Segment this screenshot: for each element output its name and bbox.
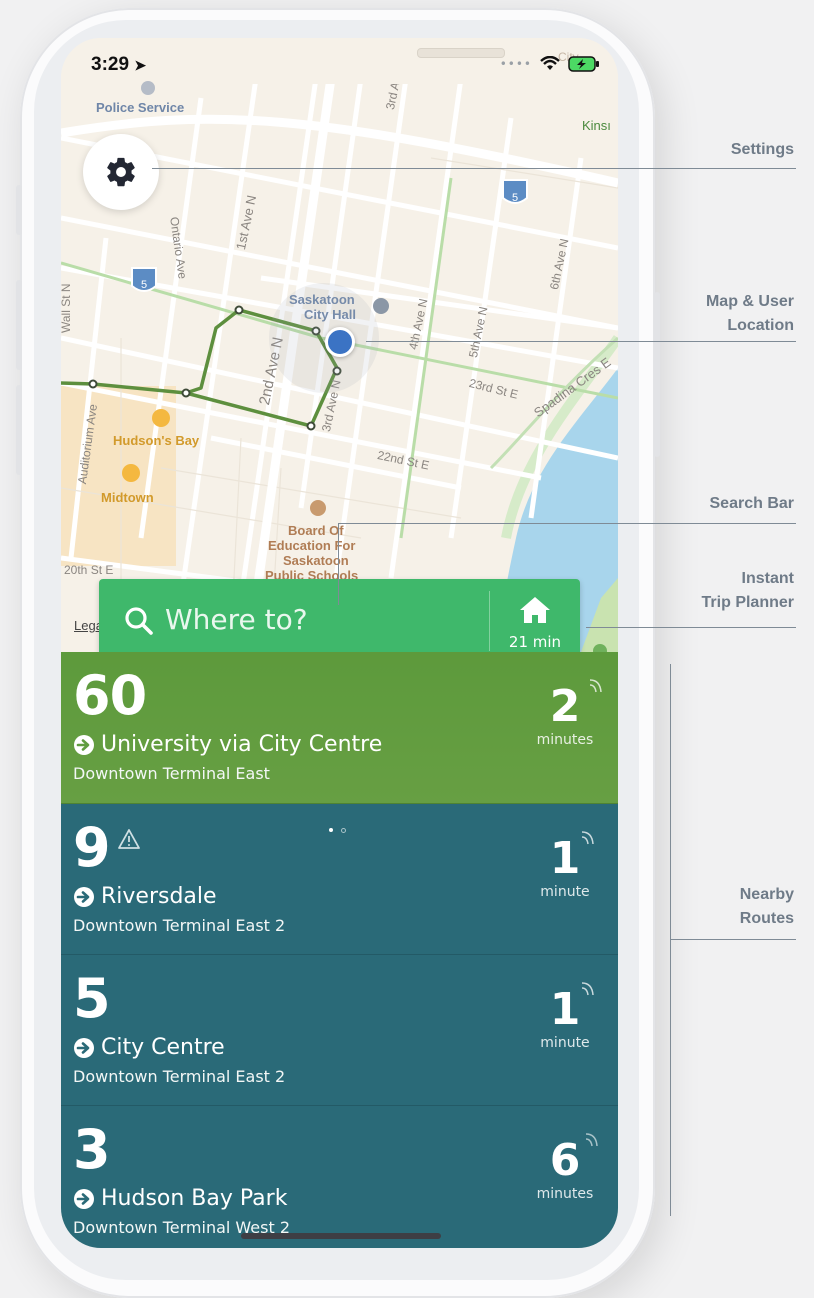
callout-map: Map & User Location	[706, 290, 794, 338]
callout-map-text-2: Location	[727, 317, 794, 334]
arrow-right-circle-icon	[74, 886, 94, 907]
cellular-signal-icon: ••••	[499, 57, 532, 71]
eta-unit: minute	[540, 1035, 590, 1051]
route-card[interactable]: 5 City Centre Downtown Terminal East 2 1…	[61, 955, 618, 1106]
page-indicator[interactable]	[329, 828, 346, 833]
search-bar[interactable]: Where to? 21 min	[99, 579, 580, 662]
callout-search-drop	[338, 523, 339, 605]
route-destination-name: Hudson Bay Park	[101, 1186, 288, 1211]
power-button	[654, 292, 660, 457]
map-view[interactable]: 5 5 Police Service City Kinsı Saskatoon …	[61, 38, 618, 652]
callout-trip-text-2: Trip Planner	[701, 594, 794, 611]
route-number: 5	[73, 967, 111, 1030]
highway-shield-2: 5	[502, 179, 528, 204]
route-card[interactable]: 60 University via City Centre Downtown T…	[61, 652, 618, 804]
route-destination-name: City Centre	[101, 1035, 225, 1060]
trip-time: 21 min	[508, 633, 562, 651]
map-label-hudsons-bay: Hudson's Bay	[113, 433, 200, 448]
home-icon	[520, 597, 550, 623]
status-time: 3:29 ➤	[91, 54, 146, 76]
arrow-right-circle-icon	[74, 734, 94, 755]
callout-map-line	[366, 341, 796, 342]
svg-text:5: 5	[141, 279, 147, 291]
wifi-icon	[540, 56, 560, 70]
settings-button[interactable]	[83, 134, 159, 210]
silent-switch	[16, 185, 22, 235]
speaker	[417, 48, 505, 58]
phone-screen: 5 5 Police Service City Kinsı Saskatoon …	[61, 38, 618, 1248]
callout-settings-line	[152, 168, 796, 169]
callout-nearby-line	[670, 939, 796, 940]
callout-nearby-text-2: Routes	[739, 910, 794, 927]
map-label-wall: Wall St N	[61, 283, 73, 333]
realtime-signal-icon	[585, 1133, 598, 1147]
route-card[interactable]: 9 Riversdale Downtown Terminal East 2 1	[61, 804, 618, 955]
status-icons: ••••	[500, 56, 600, 72]
realtime-signal-icon	[581, 982, 594, 996]
gear-icon	[107, 157, 135, 187]
eta-unit: minutes	[536, 1186, 594, 1202]
route-stop: Downtown Terminal East 2	[73, 1067, 286, 1086]
callout-search-text: Search Bar	[709, 495, 795, 512]
route-number: 9	[73, 816, 111, 879]
nearby-routes-list: 60 University via City Centre Downtown T…	[61, 652, 618, 1248]
route-stop: Downtown Terminal East	[73, 764, 270, 783]
route-stop: Downtown Terminal East 2	[73, 916, 286, 935]
map-label-board-1: Board Of	[288, 523, 344, 538]
search-icon	[125, 607, 153, 635]
location-arrow-icon: ➤	[134, 57, 147, 73]
home-indicator[interactable]	[241, 1233, 441, 1239]
map-label-kinsmen: Kinsı	[582, 118, 611, 133]
callout-settings: Settings	[731, 138, 794, 162]
callout-search-line	[338, 523, 796, 524]
page-dot	[341, 828, 346, 833]
route-destination: Hudson Bay Park	[73, 1186, 287, 1211]
route-destination: City Centre	[73, 1035, 225, 1060]
map-label-police: Police Service	[96, 100, 185, 115]
instant-trip-button[interactable]: 21 min	[490, 579, 580, 662]
route-destination: Riversdale	[73, 884, 217, 909]
route-destination-name: Riversdale	[101, 884, 217, 909]
arrow-right-circle-icon	[74, 1037, 94, 1058]
highway-shield-1: 5	[131, 267, 157, 292]
map-label-board-2: Education For	[268, 538, 356, 553]
eta-unit: minute	[540, 884, 590, 900]
callout-trip: Instant Trip Planner	[702, 567, 794, 615]
callout-search: Search Bar	[710, 492, 795, 516]
map-label-20th: 20th St E	[64, 563, 114, 577]
volume-up-button	[16, 280, 22, 370]
eta-unit: minutes	[536, 732, 594, 748]
route-number: 60	[73, 664, 147, 727]
user-location-dot[interactable]	[325, 327, 355, 357]
route-card[interactable]: 3 Hudson Bay Park Downtown Terminal West…	[61, 1106, 618, 1248]
route-number: 3	[73, 1118, 111, 1181]
volume-down-button	[16, 385, 22, 475]
svg-text:5: 5	[512, 192, 518, 204]
realtime-signal-icon	[589, 679, 602, 693]
alert-triangle-icon[interactable]	[117, 828, 141, 850]
callout-nearby-bracket	[670, 664, 671, 1216]
route-destination-name: University via City Centre	[101, 732, 383, 757]
callout-settings-text: Settings	[730, 141, 794, 158]
callout-trip-text-1: Instant	[741, 570, 794, 587]
callout-nearby: Nearby Routes	[740, 883, 794, 931]
map-label-midtown: Midtown	[101, 490, 154, 505]
search-placeholder[interactable]: Where to?	[165, 603, 308, 636]
callout-map-text-1: Map & User	[705, 293, 794, 310]
arrow-right-circle-icon	[74, 1188, 94, 1209]
page-dot-active	[329, 828, 333, 832]
route-destination: University via City Centre	[73, 732, 382, 757]
status-time-value: 3:29	[91, 54, 130, 75]
user-location-halo	[269, 283, 379, 393]
notch	[181, 38, 505, 84]
callout-nearby-text-1: Nearby	[739, 886, 794, 903]
callout-trip-line	[586, 627, 796, 628]
battery-icon	[568, 56, 599, 72]
realtime-signal-icon	[581, 831, 594, 845]
